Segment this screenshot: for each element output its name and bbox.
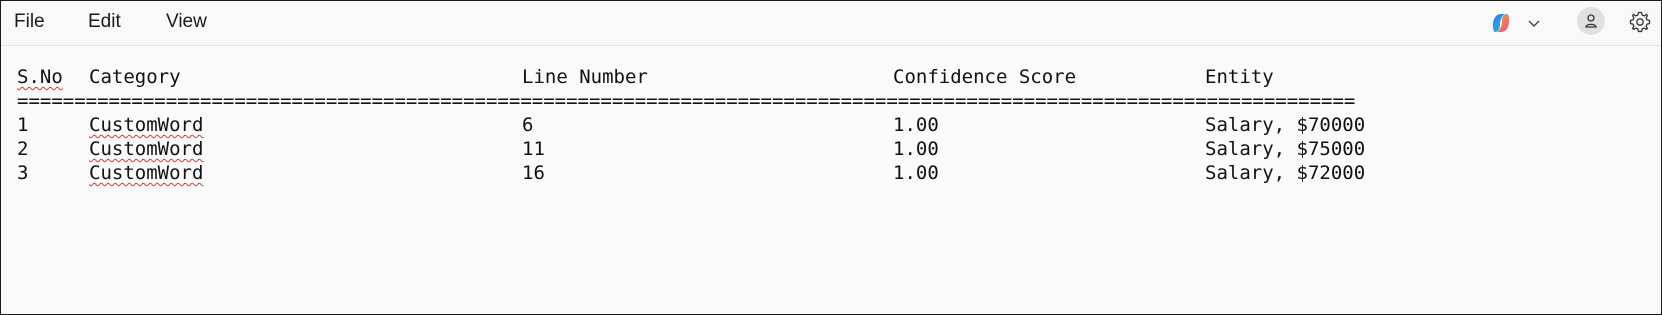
header-entity: Entity xyxy=(1205,66,1274,88)
menu-bar: File Edit View xyxy=(1,1,1661,46)
row-confidence-score: 1.00 xyxy=(893,138,939,160)
header-row: S.No Category Line Number Confidence Sco… xyxy=(17,65,1647,89)
header-category: Category xyxy=(89,66,181,88)
menu-file[interactable]: File xyxy=(14,11,45,33)
row-line-number: 11 xyxy=(522,138,545,160)
row-confidence-score: 1.00 xyxy=(893,162,939,184)
table-row: 1 CustomWord 6 1.00 Salary, $70000 xyxy=(17,113,1647,137)
header-confidence-score: Confidence Score xyxy=(893,66,1077,88)
account-button[interactable] xyxy=(1577,7,1605,35)
copilot-icon[interactable] xyxy=(1489,11,1513,35)
row-entity: Salary, $70000 xyxy=(1205,114,1366,136)
table-row: 2 CustomWord 11 1.00 Salary, $75000 xyxy=(17,137,1647,161)
row-entity: Salary, $75000 xyxy=(1205,138,1366,160)
separator-line: ========================================… xyxy=(17,90,1356,112)
row-category: CustomWord xyxy=(89,138,204,160)
menu-edit[interactable]: Edit xyxy=(88,11,121,33)
gear-icon[interactable] xyxy=(1628,10,1652,34)
row-line-number: 16 xyxy=(522,162,545,184)
text-editor[interactable]: S.No Category Line Number Confidence Sco… xyxy=(17,65,1647,295)
row-line-number: 6 xyxy=(522,114,534,136)
row-sno: 1 xyxy=(17,114,29,136)
table-row: 3 CustomWord 16 1.00 Salary, $72000 xyxy=(17,161,1647,185)
account-icon xyxy=(1585,14,1597,28)
header-sno: S.No xyxy=(17,66,63,88)
row-confidence-score: 1.00 xyxy=(893,114,939,136)
header-line-number: Line Number xyxy=(522,66,648,88)
row-category: CustomWord xyxy=(89,162,204,184)
notepad-window: File Edit View S.No Category Line Number… xyxy=(0,0,1662,315)
menu-view[interactable]: View xyxy=(166,11,207,33)
row-category: CustomWord xyxy=(89,114,204,136)
row-sno: 2 xyxy=(17,138,29,160)
row-entity: Salary, $72000 xyxy=(1205,162,1366,184)
row-sno: 3 xyxy=(17,162,29,184)
chevron-down-icon[interactable] xyxy=(1526,15,1542,31)
